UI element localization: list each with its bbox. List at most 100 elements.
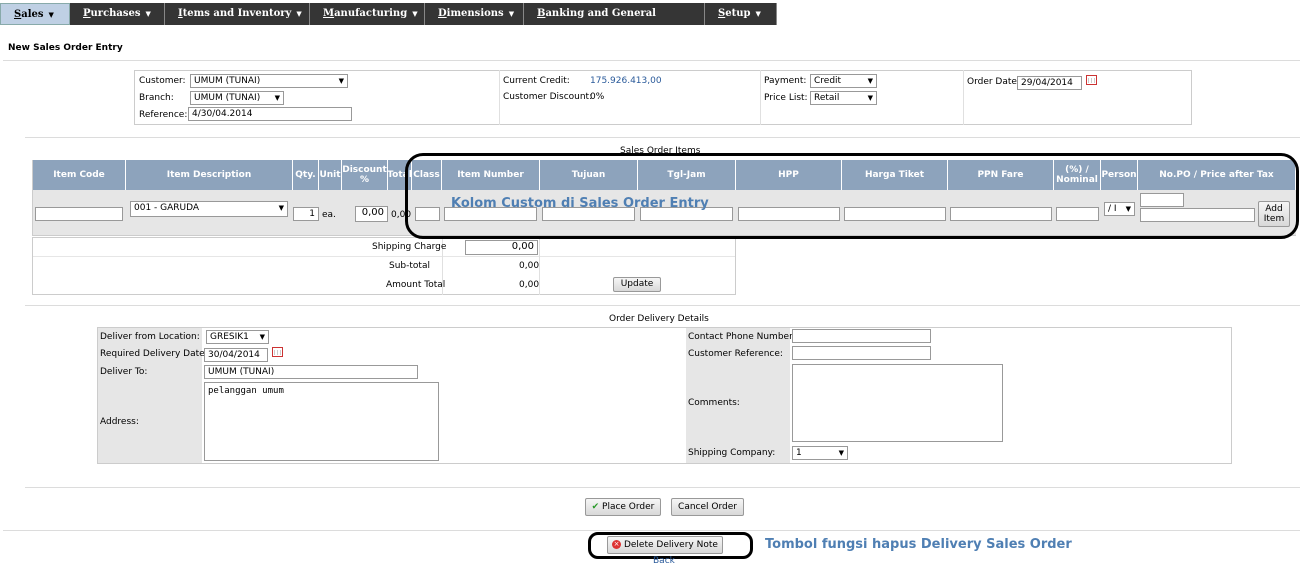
chevron-down-icon: ▼ [274,94,280,102]
discount-input[interactable]: 0,00 [355,206,388,222]
menu-banking-gl[interactable]: Banking and General Ledger ▼ [524,3,705,41]
item-description-select[interactable]: 001 - GARUDA ▼ [130,201,288,217]
chevron-down-icon: ▼ [338,77,344,85]
deliver-to-input[interactable]: UMUM (TUNAI) [204,365,418,379]
check-icon: ✔ [591,502,600,512]
address-label: Address: [100,417,139,427]
menu-dimensions[interactable]: Dimensions ▼ [425,3,524,25]
payment-select[interactable]: Credit ▼ [810,74,877,88]
cancel-order-button[interactable]: Cancel Order [671,498,744,516]
shipping-company-label: Shipping Company: [688,448,776,458]
divider [963,70,964,125]
menu-manufacturing-key: M [323,8,335,19]
calendar-icon[interactable] [272,347,283,357]
col-item-description: Item Description [126,160,293,190]
divider [499,70,500,125]
item-code-input[interactable] [35,207,123,221]
deliver-to-label: Deliver To: [100,367,148,377]
calendar-icon[interactable] [1086,75,1097,85]
delivery-section-title: Order Delivery Details [609,314,709,324]
from-location-value: GRESIK1 [210,332,249,342]
current-credit-label: Current Credit: [503,76,570,86]
divider [25,137,1300,138]
customer-reference-label: Customer Reference: [688,349,783,359]
divider [760,70,761,125]
col-discount: Discount % [342,160,388,190]
payment-label: Payment: [764,76,807,86]
shipping-charge-input[interactable]: 0,00 [465,240,538,255]
menu-purchases[interactable]: Purchases ▼ [70,3,165,25]
amount-total-label: Amount Total [386,280,446,290]
subtotal-value: 0,00 [519,261,540,271]
menu-purchases-label: urchases [90,8,141,19]
customer-value: UMUM (TUNAI) [194,76,261,86]
customer-label: Customer: [139,76,186,86]
chevron-down-icon: ▼ [48,10,54,19]
customer-reference-input[interactable] [792,346,931,360]
qty-input[interactable]: 1 [293,207,319,221]
chevron-down-icon: ▼ [867,77,873,85]
chevron-down-icon: ▼ [581,31,587,40]
price-list-select[interactable]: Retail ▼ [810,91,877,105]
annotation-highlight [588,532,753,559]
contact-phone-label: Contact Phone Number: [688,332,796,342]
comments-textarea[interactable] [792,364,1003,442]
divider [25,487,1300,488]
shipping-company-select[interactable]: 1 ▼ [792,446,848,460]
reference-input[interactable]: 4/30/04.2014 [188,107,352,121]
menu-manufacturing[interactable]: Manufacturing ▼ [310,3,425,25]
menu-items-inventory[interactable]: Items and Inventory ▼ [165,3,310,25]
contact-phone-input[interactable] [792,329,931,343]
update-button[interactable]: Update [613,277,661,292]
customer-select[interactable]: UMUM (TUNAI) ▼ [190,74,348,88]
shipping-charge-label: Shipping Charge [372,242,447,252]
menu-dimensions-label: imensions [446,8,504,19]
chevron-down-icon: ▼ [867,94,873,102]
price-list-value: Retail [814,93,840,103]
back-link[interactable]: Back [653,556,675,566]
chevron-down-icon: ▼ [755,9,761,18]
menu-setup-label: etup [725,8,751,19]
place-order-button[interactable]: ✔ Place Order [585,498,661,516]
main-menu-bar: Sales ▼ Purchases ▼ Items and Inventory ▼ M… [0,0,1303,41]
customer-discount-label: Customer Discount: [503,92,593,102]
required-date-input[interactable]: 30/04/2014 [204,348,268,362]
chevron-down-icon: ▼ [145,9,151,18]
order-date-input[interactable]: 29/04/2014 [1017,76,1082,90]
comments-label: Comments: [688,398,740,408]
from-location-label: Deliver from Location: [100,332,200,342]
annotation-delete-button: Tombol fungsi hapus Delivery Sales Order [765,537,1072,552]
required-date-label: Required Delivery Date: [100,349,208,359]
col-qty: Qty. [293,160,319,190]
chevron-down-icon: ▼ [412,9,418,18]
chevron-down-icon: ▼ [838,449,844,457]
menu-banking-label: anking and General Ledger [537,8,656,41]
address-textarea[interactable]: pelanggan umum [204,382,439,461]
from-location-select[interactable]: GRESIK1 ▼ [206,330,269,344]
col-unit: Unit [319,160,342,190]
order-date-label: Order Date: [967,77,1020,87]
branch-value: UMUM (TUNAI) [194,93,261,103]
price-list-label: Price List: [764,93,808,103]
chevron-down-icon: ▼ [259,333,265,341]
divider [25,305,1300,306]
menu-purchases-key: P [83,8,91,19]
customer-discount-value: 0% [590,92,605,102]
current-credit-value: 175.926.413,00 [590,76,662,86]
place-order-label: Place Order [602,502,655,512]
divider [3,60,1300,61]
unit-value: ea. [322,210,336,220]
annotation-custom-columns: Kolom Custom di Sales Order Entry [451,196,709,211]
subtotal-label: Sub-total [389,261,430,271]
menu-manufacturing-label: anufacturing [334,8,408,19]
menu-sales[interactable]: Sales ▼ [0,3,70,25]
branch-select[interactable]: UMUM (TUNAI) ▼ [190,91,284,105]
menu-items-label: tems and Inventory [182,8,292,19]
reference-label: Reference: [139,110,188,120]
page-title: New Sales Order Entry [8,43,123,53]
branch-label: Branch: [139,93,174,103]
shipping-company-value: 1 [796,448,802,458]
chevron-down-icon: ▼ [278,204,284,212]
menu-setup[interactable]: Setup ▼ [705,3,777,25]
menu-sales-label: ales [21,9,44,20]
